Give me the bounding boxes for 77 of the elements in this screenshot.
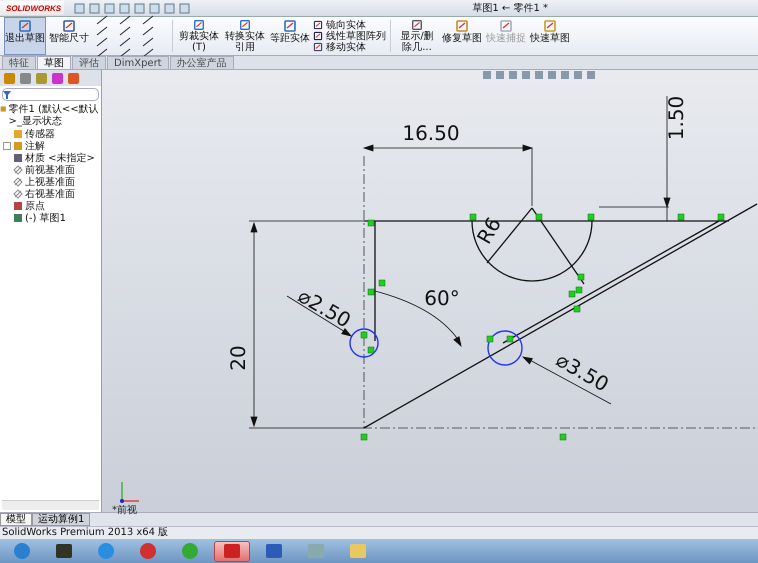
app-logo: SOLIDWORKS <box>0 1 64 15</box>
toolbar-icon[interactable] <box>149 2 160 14</box>
ribbon-tab[interactable]: 特征 <box>2 56 36 69</box>
ribbon-tab[interactable]: DimXpert <box>107 56 169 69</box>
toolbar-icon[interactable] <box>179 2 190 14</box>
plane-icon <box>13 165 23 175</box>
ribbon-button[interactable]: 镜向实体 <box>313 20 386 30</box>
model-tab[interactable]: 模型 <box>0 513 32 526</box>
toolbar-icon[interactable] <box>74 2 85 14</box>
dimension-value[interactable]: 1.50 <box>664 96 688 140</box>
window-title: 草图1 ← 零件1 * <box>472 2 548 15</box>
constraint-icon <box>368 346 374 354</box>
constraint-icon <box>588 214 594 220</box>
tree-item[interactable]: 原点 <box>0 200 101 212</box>
panel-tab-icon[interactable] <box>35 72 48 84</box>
ribbon-button[interactable]: 修复草图 <box>441 17 483 55</box>
panel-tab-icon[interactable] <box>51 72 64 84</box>
constraint-icon <box>368 220 374 226</box>
ribbon-button[interactable]: 等距实体 <box>269 17 311 55</box>
constraint-icon <box>574 306 580 312</box>
toolbar-icon[interactable] <box>119 2 130 14</box>
tree-item[interactable]: 注解 <box>0 140 101 152</box>
constraint-icon <box>470 214 476 220</box>
circle-entity[interactable] <box>349 328 379 358</box>
ribbon-button[interactable]: 转换实体引用 <box>223 17 267 55</box>
toolbar-icon[interactable] <box>134 2 145 14</box>
constraint-icon <box>360 434 368 440</box>
axis-triad-icon <box>120 482 139 503</box>
dimension-value[interactable]: R6 <box>472 212 506 248</box>
constraint-icon <box>560 434 566 440</box>
panel-tab-icon[interactable] <box>19 72 32 84</box>
plane-icon <box>13 177 23 187</box>
constraint-icon <box>486 336 494 342</box>
ribbon-button[interactable]: 线性草图阵列 <box>313 30 386 42</box>
ribbon-button[interactable]: 快速草图 <box>529 17 571 55</box>
filter-icon <box>3 90 11 98</box>
panel-tab-icon[interactable] <box>3 72 16 84</box>
plane-icon <box>13 189 23 199</box>
tree-item[interactable]: 右视基准面 <box>0 188 101 200</box>
ribbon-button[interactable]: 显示/删除几... <box>395 17 439 55</box>
toolbar-icon[interactable] <box>164 2 175 14</box>
taskbar-button[interactable] <box>214 540 250 562</box>
ribbon-button[interactable]: 智能尺寸 <box>48 17 90 55</box>
toolbar-icon[interactable] <box>89 2 100 14</box>
tree-item[interactable]: (-) 草图1 <box>0 212 101 224</box>
dimension-value[interactable]: 60° <box>424 286 460 310</box>
dimension-value[interactable]: 20 <box>226 345 250 371</box>
circle-entity[interactable] <box>487 330 523 366</box>
filter-field[interactable] <box>2 88 99 101</box>
scrollbar[interactable] <box>2 500 99 510</box>
constraint-icon <box>678 214 684 220</box>
tree-item[interactable]: 传感器 <box>0 128 101 140</box>
panel-tab-icon[interactable] <box>67 72 80 84</box>
tree-item[interactable]: 零件1 (默认<<默认>_显示状态 <box>0 104 101 128</box>
dimension-value[interactable]: 16.50 <box>402 121 460 145</box>
sketch-geometry[interactable] <box>363 203 758 429</box>
ribbon-tab[interactable]: 草图 <box>37 56 71 69</box>
constraint-icon <box>536 214 542 220</box>
model-tab[interactable]: 运动算例1 <box>32 513 90 526</box>
view-label: *前视 <box>112 505 137 516</box>
line-tool-icon[interactable] <box>96 14 108 24</box>
ribbon-tab[interactable]: 办公室产品 <box>170 56 234 69</box>
constraint-icon <box>360 332 368 338</box>
constraint-icon <box>506 336 514 342</box>
constraint-icon <box>718 214 724 220</box>
ribbon-button[interactable]: 移动实体 <box>313 42 386 52</box>
dimension-value[interactable]: ⌀2.50 <box>294 283 355 332</box>
ribbon-button[interactable]: 退出草图 <box>4 17 46 55</box>
toolbar-icon[interactable] <box>104 2 115 14</box>
dimension-value[interactable]: ⌀3.50 <box>552 347 613 396</box>
expand-toggle[interactable] <box>3 142 11 150</box>
ribbon-button[interactable]: 剪裁实体(T) <box>177 17 221 55</box>
status-text: SolidWorks Premium 2013 x64 版 <box>0 526 758 539</box>
tree-item[interactable]: 前视基准面 <box>0 164 101 176</box>
ribbon-tab[interactable]: 评估 <box>72 56 106 69</box>
tree-item[interactable]: 材质 <未指定> <box>0 152 101 164</box>
tree-item[interactable]: 上视基准面 <box>0 176 101 188</box>
